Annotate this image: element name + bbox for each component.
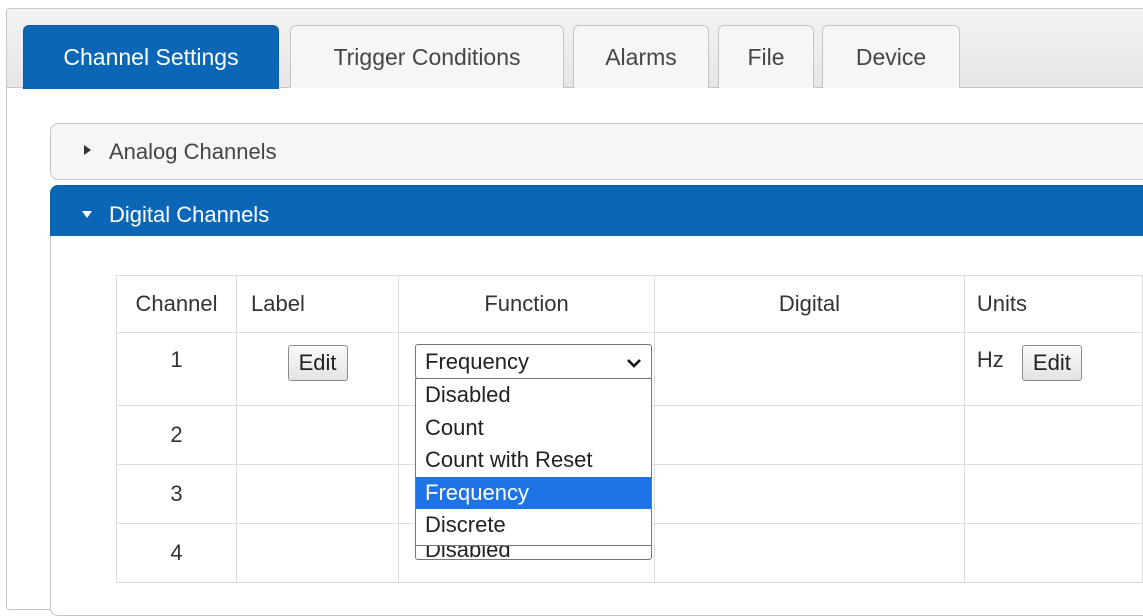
col-header-channel: Channel xyxy=(115,275,238,333)
tab-channel-settings[interactable]: Channel Settings xyxy=(23,25,279,89)
digital-cell xyxy=(654,332,965,406)
dropdown-option[interactable]: Disabled xyxy=(416,379,651,412)
digital-channels-title: Digital Channels xyxy=(109,202,270,227)
edit-label-button[interactable]: Edit xyxy=(287,345,348,381)
triangle-down-icon xyxy=(81,208,95,223)
table-header-row: Channel Label Function Digital Units xyxy=(115,275,1143,333)
function-select-row1[interactable]: Frequency xyxy=(415,344,652,379)
label-cell xyxy=(236,464,400,524)
tab-alarms[interactable]: Alarms xyxy=(573,25,709,88)
units-cell xyxy=(963,523,1143,583)
units-cell xyxy=(963,464,1143,524)
col-header-function: Function xyxy=(398,275,656,333)
channel-cell: 4 xyxy=(115,523,238,583)
digital-cell xyxy=(654,523,965,583)
analog-channels-header[interactable]: Analog Channels xyxy=(50,123,1143,180)
label-cell xyxy=(236,405,400,465)
function-dropdown-list[interactable]: Disabled Count Count with Reset Frequenc… xyxy=(415,378,652,546)
channel-cell: 2 xyxy=(115,405,238,465)
tab-trigger-conditions[interactable]: Trigger Conditions xyxy=(290,25,564,88)
digital-cell xyxy=(654,405,965,465)
label-cell: Edit xyxy=(236,332,400,406)
channel-cell: 3 xyxy=(115,464,238,524)
units-value: Hz xyxy=(976,347,1004,372)
units-cell: Hz Edit xyxy=(963,332,1143,406)
units-cell xyxy=(963,405,1143,465)
dropdown-option[interactable]: Count xyxy=(416,412,651,445)
tab-device[interactable]: Device xyxy=(822,25,960,88)
label-cell xyxy=(236,523,400,583)
tab-file[interactable]: File xyxy=(718,25,814,88)
channel-cell: 1 xyxy=(115,332,238,406)
chevron-down-icon xyxy=(625,352,643,370)
analog-channels-title: Analog Channels xyxy=(109,138,277,164)
col-header-digital: Digital xyxy=(654,275,965,333)
tab-bar: Channel Settings Trigger Conditions Alar… xyxy=(7,9,1143,89)
col-header-label: Label xyxy=(236,275,400,333)
digital-cell xyxy=(654,464,965,524)
edit-units-button[interactable]: Edit xyxy=(1021,345,1082,381)
function-select-value: Frequency xyxy=(425,348,529,374)
col-header-units: Units xyxy=(963,275,1143,333)
dropdown-option[interactable]: Discrete xyxy=(416,509,651,542)
triangle-right-icon xyxy=(81,144,95,159)
dropdown-option[interactable]: Count with Reset xyxy=(416,444,651,477)
dropdown-option-selected[interactable]: Frequency xyxy=(416,476,651,510)
